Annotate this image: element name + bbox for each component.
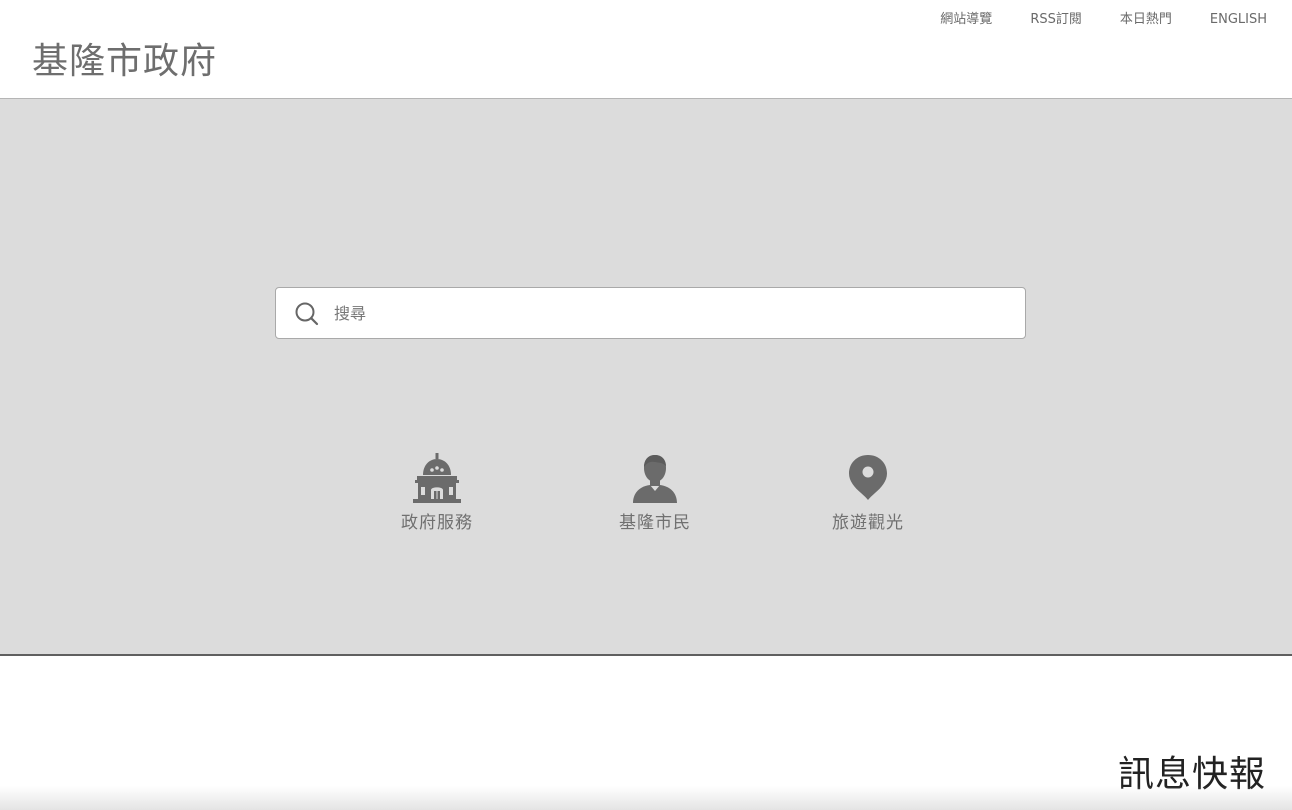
- quick-links: 政府服務 基隆市民 旅遊觀光: [0, 449, 1292, 549]
- search-box[interactable]: [275, 287, 1026, 339]
- top-link-sitemap[interactable]: 網站導覽: [940, 10, 992, 30]
- quick-link-government-services[interactable]: 政府服務: [377, 453, 497, 535]
- site-title[interactable]: 基隆市政府: [32, 38, 217, 86]
- site-header: 基隆市政府 網站導覽 RSS訂閱 本日熱門 ENGLISH: [0, 0, 1292, 99]
- quick-link-tourism[interactable]: 旅遊觀光: [808, 453, 928, 535]
- citizen-person-icon: [633, 455, 677, 503]
- top-link-rss[interactable]: RSS訂閱: [1030, 10, 1082, 30]
- quick-link-citizens[interactable]: 基隆市民: [595, 453, 715, 535]
- news-section-title: 訊息快報: [1117, 754, 1266, 795]
- search-input[interactable]: [334, 288, 1014, 338]
- quick-link-label: 基隆市民: [619, 513, 691, 533]
- hero-section: 政府服務 基隆市民 旅遊觀光: [0, 99, 1292, 656]
- quick-link-label: 政府服務: [401, 513, 473, 533]
- top-link-trending[interactable]: 本日熱門: [1120, 10, 1172, 30]
- quick-link-label: 旅遊觀光: [832, 513, 904, 533]
- search-icon[interactable]: [294, 301, 320, 327]
- bottom-shadow: [0, 786, 1292, 810]
- government-building-icon: [413, 453, 461, 503]
- top-utility-nav: 網站導覽 RSS訂閱 本日熱門 ENGLISH: [902, 10, 1267, 30]
- map-pin-icon: [849, 455, 887, 500]
- top-link-english[interactable]: ENGLISH: [1210, 10, 1267, 30]
